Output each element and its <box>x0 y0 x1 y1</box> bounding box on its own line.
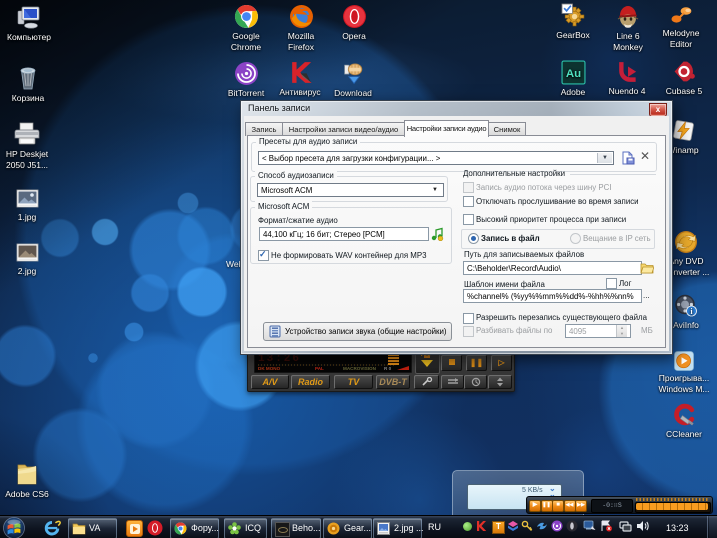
svg-text:Au: Au <box>565 68 580 80</box>
